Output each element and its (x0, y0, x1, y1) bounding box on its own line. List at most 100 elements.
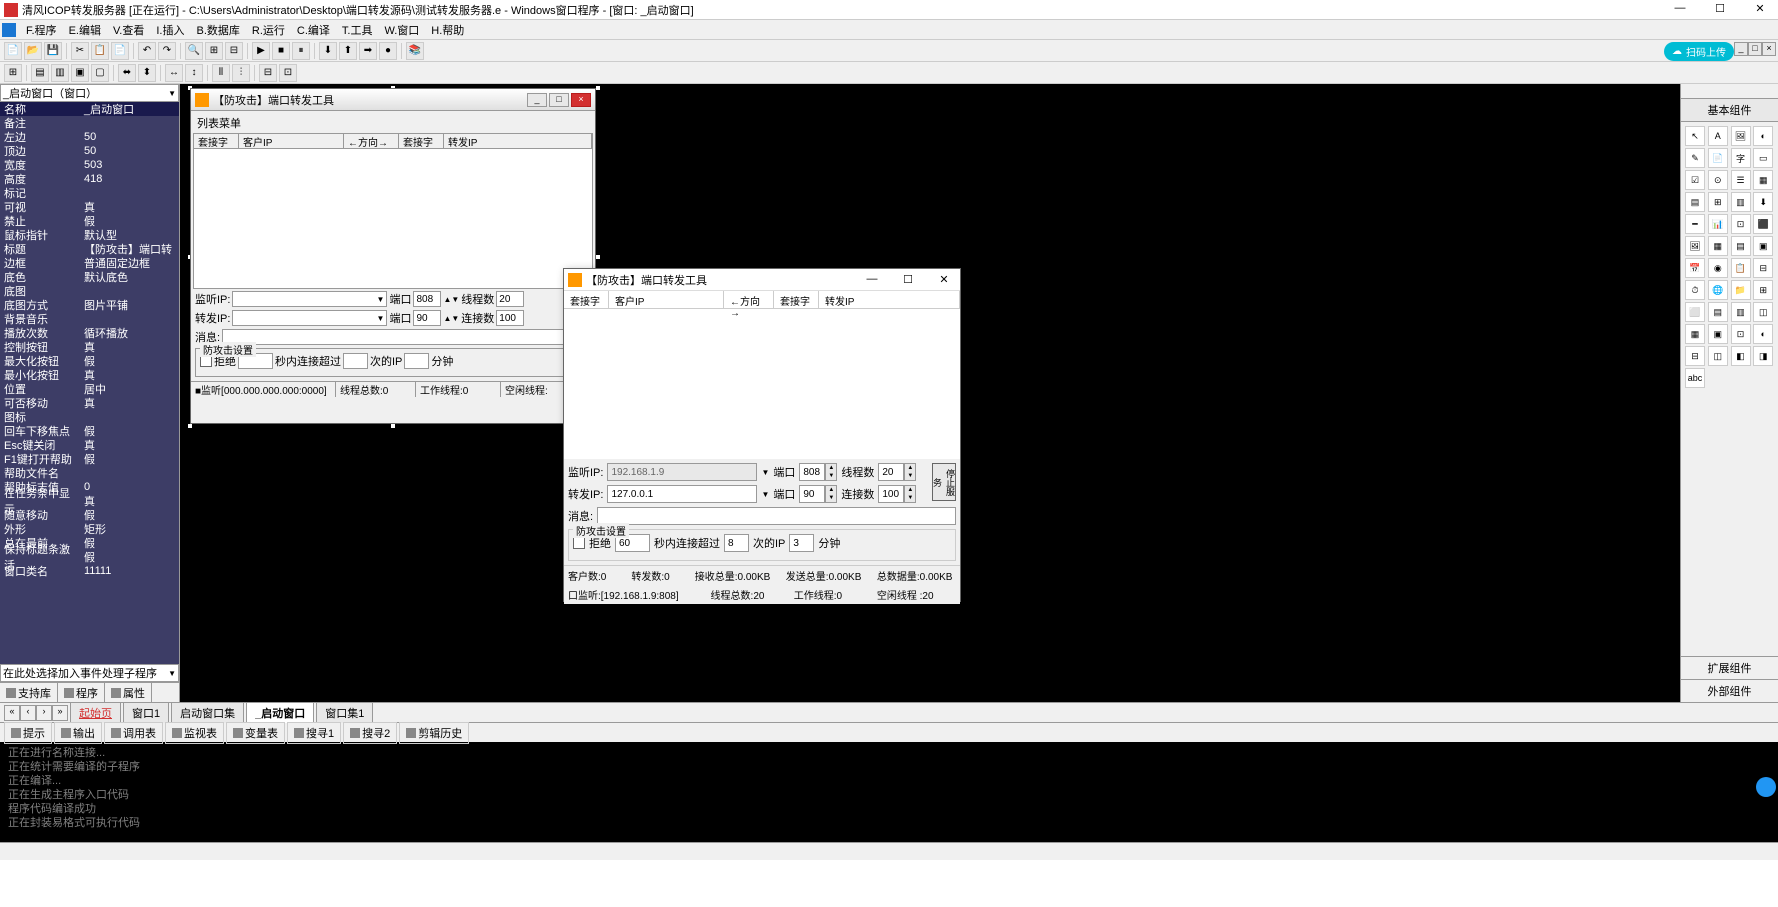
property-row[interactable]: 帮助文件名 (0, 466, 179, 480)
menu-edit[interactable]: E.编辑 (63, 20, 107, 40)
component-btn-38[interactable]: ⊡ (1731, 324, 1751, 344)
property-row[interactable]: 鼠标指针默认型 (0, 228, 179, 242)
property-row[interactable]: 最小化按钮真 (0, 368, 179, 382)
rw-msg[interactable] (597, 507, 956, 525)
rw-threads[interactable] (878, 463, 904, 481)
dw-times[interactable] (343, 353, 368, 369)
tool-bp[interactable]: ● (379, 42, 397, 60)
property-row[interactable]: 回车下移焦点假 (0, 424, 179, 438)
tab-output[interactable]: 输出 (54, 722, 102, 744)
property-row[interactable]: 顶边50 (0, 144, 179, 158)
component-btn-0[interactable]: ↖ (1685, 126, 1705, 146)
rw-times-val[interactable] (724, 534, 749, 552)
tab-support-lib[interactable]: 支持库 (0, 683, 58, 702)
property-row[interactable]: Esc键关闭真 (0, 438, 179, 452)
tab-clip[interactable]: 剪辑历史 (399, 722, 469, 744)
component-btn-6[interactable]: 字 (1731, 148, 1751, 168)
property-row[interactable]: 名称_启动窗口 (0, 102, 179, 116)
tool-db2[interactable]: ⊟ (225, 42, 243, 60)
align-top[interactable]: ▣ (71, 64, 89, 82)
align-h[interactable]: ⬌ (118, 64, 136, 82)
property-row[interactable]: 控制按钮真 (0, 340, 179, 354)
menu-insert[interactable]: I.插入 (150, 20, 190, 40)
property-row[interactable]: 左边50 (0, 130, 179, 144)
mdi-max[interactable]: □ (1748, 42, 1762, 56)
tab-nav-prev[interactable]: ‹ (20, 705, 36, 721)
tool-db[interactable]: ⊞ (205, 42, 223, 60)
component-btn-44[interactable]: abc (1685, 368, 1705, 388)
component-btn-37[interactable]: ▣ (1708, 324, 1728, 344)
property-row[interactable]: 标题【防攻击】端口转 (0, 242, 179, 256)
component-btn-13[interactable]: ⊞ (1708, 192, 1728, 212)
align-left[interactable]: ▤ (31, 64, 49, 82)
menu-database[interactable]: B.数据库 (190, 20, 245, 40)
tab-search1[interactable]: 搜寻1 (287, 722, 341, 744)
event-selector[interactable]: 在此处选择加入事件处理子程序 ▼ (0, 664, 179, 682)
property-grid[interactable]: 名称_启动窗口备注左边50顶边50宽度503高度418标记可视真禁止假鼠标指针默… (0, 102, 179, 664)
tool-pause[interactable]: ⏸ (292, 42, 310, 60)
property-row[interactable]: 保持标题条激活假 (0, 550, 179, 564)
component-btn-14[interactable]: ▥ (1731, 192, 1751, 212)
output-console[interactable]: 正在进行名称连接...正在统计需要编译的子程序正在编译...正在生成主程序入口代… (0, 742, 1778, 842)
property-row[interactable]: 背景音乐 (0, 312, 179, 326)
menu-compile[interactable]: C.编译 (291, 20, 336, 40)
property-row[interactable]: 窗口类名11111 (0, 564, 179, 578)
property-row[interactable]: 可视真 (0, 200, 179, 214)
dw-max[interactable]: □ (549, 93, 569, 107)
tool-step1[interactable]: ⬇ (319, 42, 337, 60)
property-row[interactable]: 底图 (0, 284, 179, 298)
component-btn-7[interactable]: ▭ (1753, 148, 1773, 168)
component-btn-36[interactable]: ▦ (1685, 324, 1705, 344)
align-bottom[interactable]: ▢ (91, 64, 109, 82)
component-btn-11[interactable]: ▦ (1753, 170, 1773, 190)
mdi-min[interactable]: _ (1734, 42, 1748, 56)
component-btn-39[interactable]: ◐ (1753, 324, 1773, 344)
dw-close[interactable]: × (571, 93, 591, 107)
rw-ip-val[interactable] (789, 534, 814, 552)
tool-cut[interactable]: ✂ (71, 42, 89, 60)
component-btn-35[interactable]: ◫ (1753, 302, 1773, 322)
component-btn-27[interactable]: ⊟ (1753, 258, 1773, 278)
component-btn-9[interactable]: ⊙ (1708, 170, 1728, 190)
component-btn-1[interactable]: A (1708, 126, 1728, 146)
tab-property[interactable]: 属性 (105, 683, 152, 702)
property-row[interactable]: 随意移动假 (0, 508, 179, 522)
component-btn-32[interactable]: ⬜ (1685, 302, 1705, 322)
property-row[interactable]: 图标 (0, 410, 179, 424)
dw-min[interactable] (404, 353, 429, 369)
same-w[interactable]: ↔ (165, 64, 183, 82)
component-btn-17[interactable]: 📊 (1708, 214, 1728, 234)
component-btn-41[interactable]: ◫ (1708, 346, 1728, 366)
property-row[interactable]: F1键打开帮助假 (0, 452, 179, 466)
rw-conns[interactable] (878, 485, 904, 503)
palette-ext[interactable]: 扩展组件 (1681, 656, 1778, 679)
rw-titlebar[interactable]: 【防攻击】端口转发工具 — ☐ ✕ (564, 269, 960, 291)
tool-grid[interactable]: ⊞ (4, 64, 22, 82)
close-button[interactable]: ✕ (1746, 2, 1774, 18)
component-btn-4[interactable]: ✎ (1685, 148, 1705, 168)
property-row[interactable]: 底图方式图片平铺 (0, 298, 179, 312)
tab-program[interactable]: 程序 (58, 683, 105, 702)
tab-start-page[interactable]: 起始页 (70, 702, 121, 723)
object-selector[interactable]: _启动窗口（窗口） ▼ (0, 84, 179, 102)
component-btn-15[interactable]: ⬇ (1753, 192, 1773, 212)
rw-port2[interactable] (799, 485, 825, 503)
rw-max[interactable]: ☐ (896, 273, 920, 286)
rw-reject-check[interactable] (573, 537, 585, 549)
tool-open[interactable]: 📂 (24, 42, 42, 60)
align-v[interactable]: ⬍ (138, 64, 156, 82)
rw-listen-ip[interactable] (607, 463, 757, 481)
center-h[interactable]: ⊟ (259, 64, 277, 82)
tab-start-window[interactable]: _启动窗口 (246, 702, 314, 723)
component-btn-42[interactable]: ◧ (1731, 346, 1751, 366)
property-row[interactable]: 底色默认底色 (0, 270, 179, 284)
component-btn-22[interactable]: ▤ (1731, 236, 1751, 256)
property-row[interactable]: 在任务条中显示真 (0, 494, 179, 508)
tool-find[interactable]: 🔍 (185, 42, 203, 60)
menu-run[interactable]: R.运行 (246, 20, 291, 40)
tool-paste[interactable]: 📄 (111, 42, 129, 60)
dw-menu[interactable]: 列表菜单 (193, 113, 593, 133)
component-btn-10[interactable]: ☰ (1731, 170, 1751, 190)
tab-nav-first[interactable]: « (4, 705, 20, 721)
dw-port2[interactable] (413, 310, 441, 326)
